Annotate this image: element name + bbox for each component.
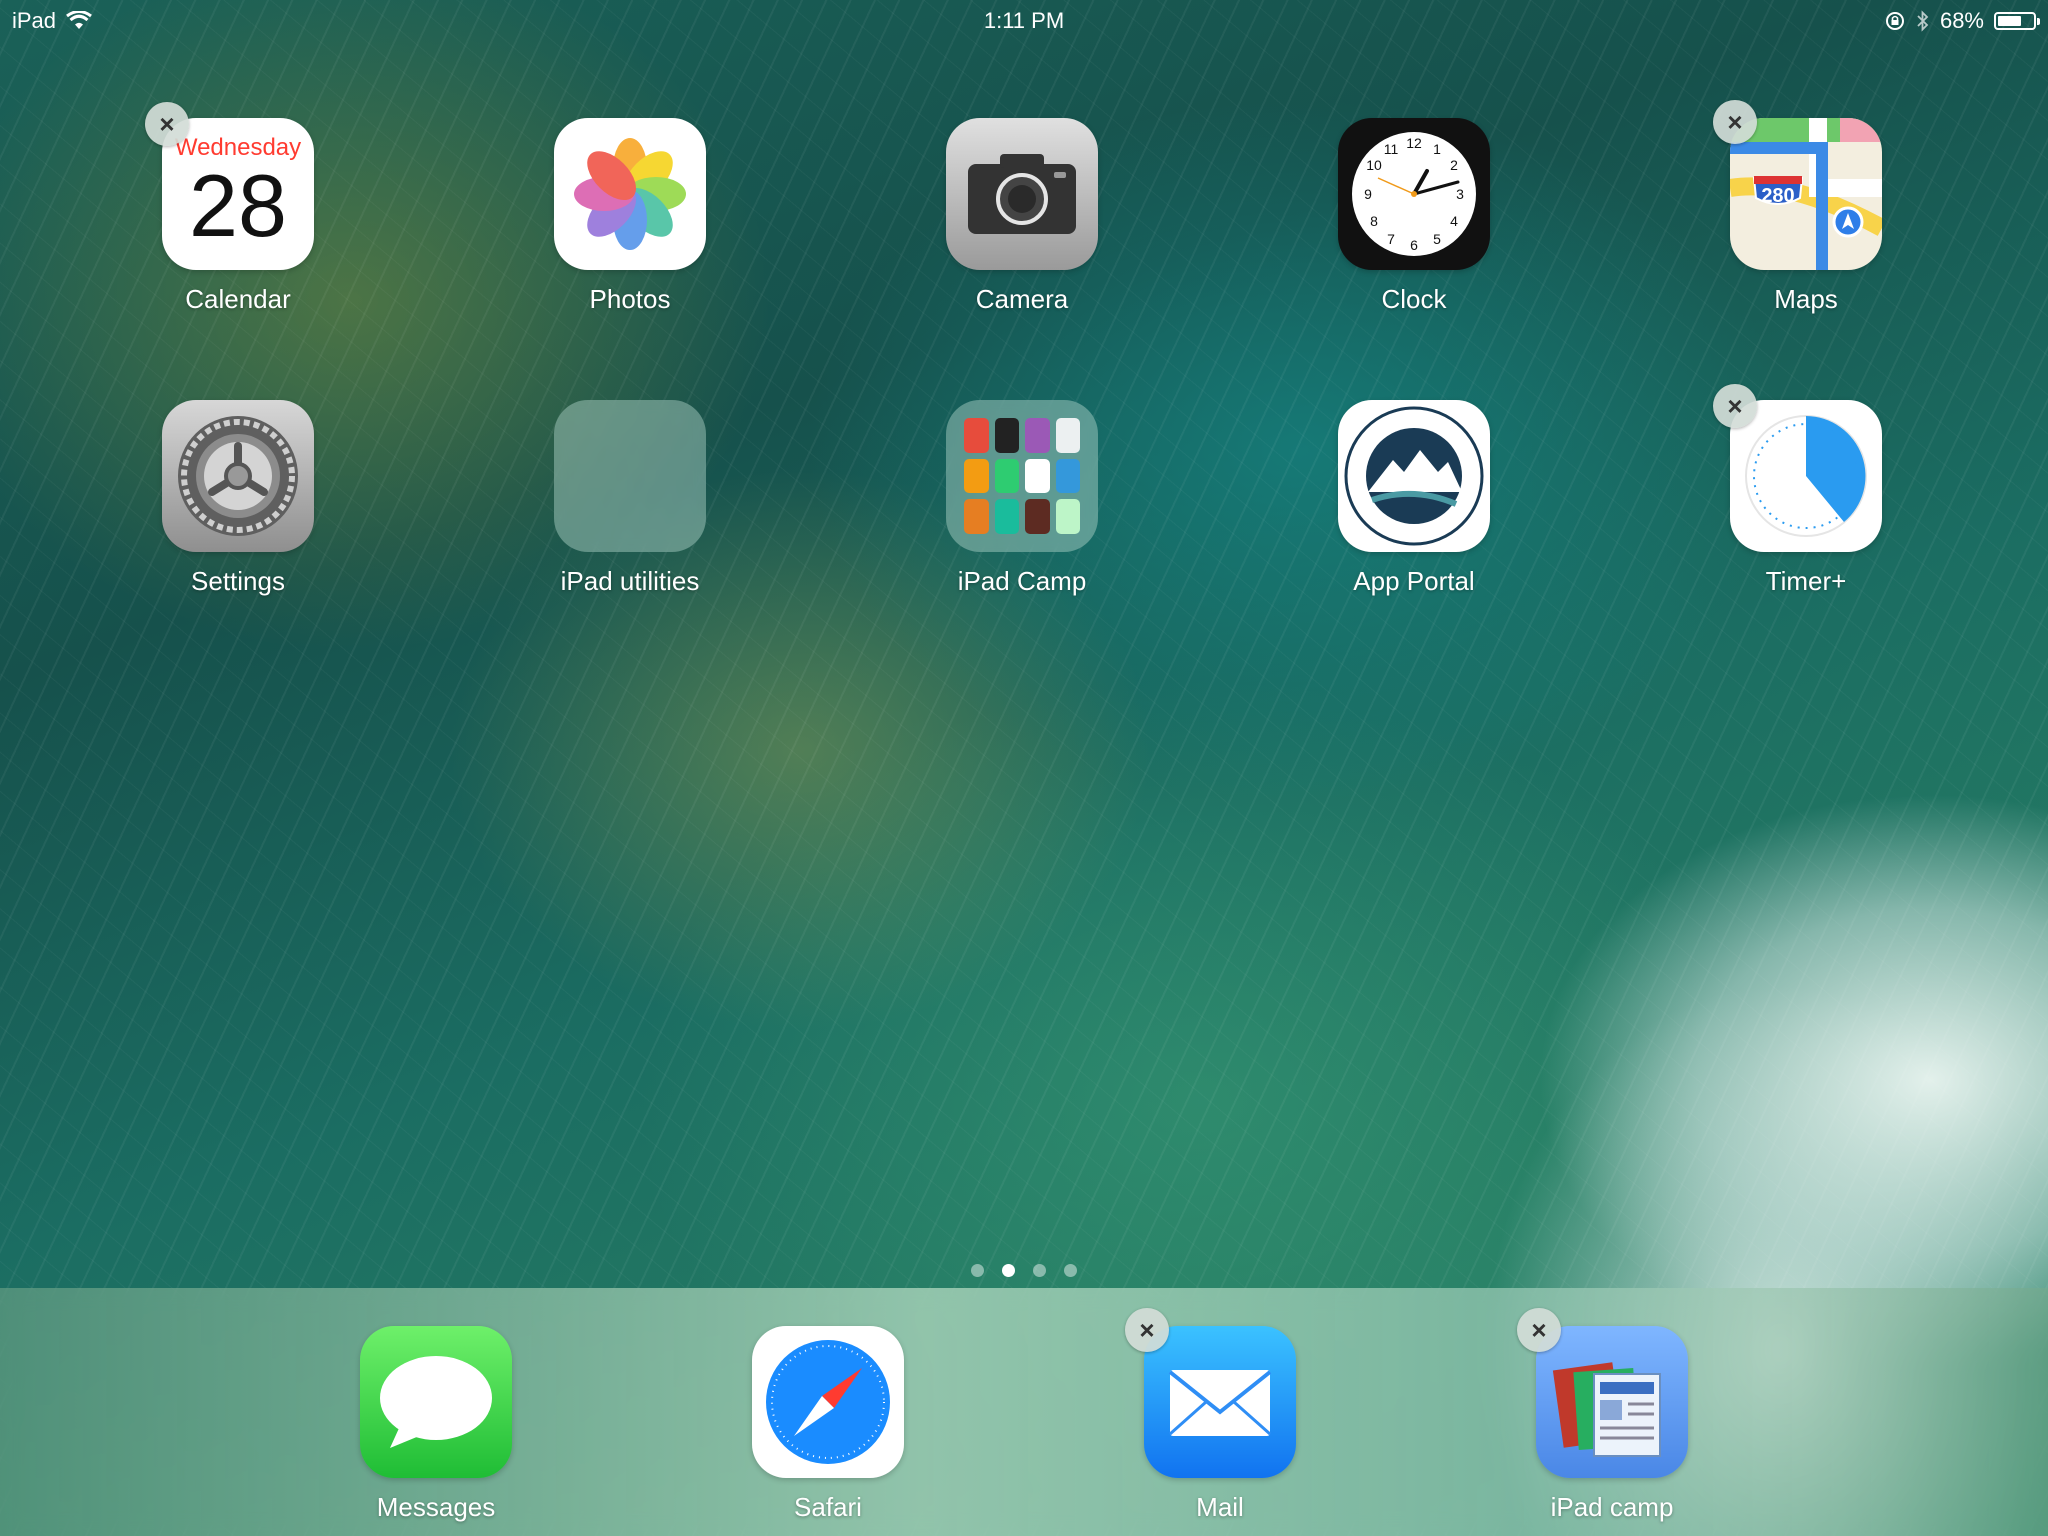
- folder-ipad-utilities[interactable]: iPad utilities: [530, 400, 730, 597]
- calendar-icon: Wednesday 28: [162, 118, 314, 270]
- app-label: App Portal: [1353, 566, 1475, 596]
- app-photos[interactable]: Photos: [530, 118, 730, 315]
- dock-app-safari[interactable]: Safari: [728, 1326, 928, 1523]
- app-label: Settings: [191, 566, 285, 596]
- status-time: 1:11 PM: [983, 8, 1065, 33]
- status-bar: iPad 1:11 PM 68%: [0, 0, 2048, 40]
- svg-text:12: 12: [1406, 135, 1422, 151]
- app-app-portal[interactable]: App Portal: [1314, 400, 1514, 597]
- delete-ipad-camp-button[interactable]: ×: [1517, 1308, 1561, 1352]
- svg-text:11: 11: [1384, 141, 1399, 157]
- app-clock[interactable]: 12 1 2 345 678 9 10 11 Clock: [1314, 118, 1514, 315]
- timer-icon: [1730, 400, 1882, 552]
- delete-calendar-button[interactable]: ×: [145, 102, 189, 146]
- calendar-date: 28: [189, 156, 287, 255]
- app-label: Calendar: [185, 284, 291, 314]
- school-district-logo-icon: [1338, 400, 1490, 552]
- app-calendar[interactable]: × Wednesday 28 Calendar: [138, 102, 338, 315]
- svg-text:1: 1: [1433, 141, 1441, 157]
- folder-label: iPad utilities: [560, 566, 700, 596]
- delete-mail-button[interactable]: ×: [1125, 1308, 1169, 1352]
- app-label: Photos: [589, 284, 671, 314]
- dock-app-messages[interactable]: Messages: [336, 1326, 536, 1523]
- folder-icon: [946, 400, 1098, 552]
- messages-icon: [360, 1326, 512, 1478]
- page-indicator[interactable]: [0, 1264, 2048, 1277]
- app-label: Camera: [975, 284, 1069, 314]
- folder-preview-grid: [964, 418, 1080, 534]
- page-dot[interactable]: [1064, 1264, 1077, 1277]
- app-label: Messages: [376, 1492, 496, 1522]
- svg-text:9: 9: [1364, 186, 1372, 202]
- clock-icon: 12 1 2 345 678 9 10 11: [1338, 118, 1490, 270]
- svg-text:10: 10: [1366, 157, 1382, 173]
- gear-icon: [162, 400, 314, 552]
- documents-icon: [1536, 1326, 1688, 1478]
- app-label: iPad camp: [1550, 1492, 1674, 1522]
- battery-icon: [1994, 12, 2040, 30]
- svg-text:4: 4: [1450, 213, 1458, 229]
- page-dot[interactable]: [971, 1264, 984, 1277]
- rotation-lock-icon: [1885, 12, 1904, 30]
- battery-percent: 68%: [1939, 8, 1984, 33]
- maps-icon: 280: [1730, 118, 1882, 270]
- page-dot[interactable]: [1033, 1264, 1046, 1277]
- svg-text:7: 7: [1387, 231, 1395, 247]
- app-camera[interactable]: Camera: [922, 118, 1122, 315]
- dock-app-mail[interactable]: × Mail: [1120, 1308, 1320, 1523]
- app-label: Mail: [1196, 1492, 1244, 1522]
- folder-label: iPad Camp: [957, 566, 1087, 596]
- svg-text:3: 3: [1456, 186, 1464, 202]
- app-settings[interactable]: Settings: [138, 400, 338, 597]
- envelope-icon: [1144, 1326, 1296, 1478]
- delete-timer-button[interactable]: ×: [1713, 384, 1757, 428]
- svg-text:2: 2: [1450, 157, 1458, 173]
- photos-icon: [554, 118, 706, 270]
- app-label: Timer+: [1765, 566, 1847, 596]
- page-dot-active[interactable]: [1002, 1264, 1015, 1277]
- camera-icon: [946, 118, 1098, 270]
- app-timer-plus[interactable]: × Timer+: [1706, 384, 1906, 597]
- folder-icon: [554, 400, 706, 552]
- delete-maps-button[interactable]: ×: [1713, 100, 1757, 144]
- battery-level: [1998, 16, 2021, 26]
- app-maps[interactable]: × 280 Maps: [1706, 100, 1906, 315]
- svg-text:6: 6: [1410, 237, 1418, 253]
- dock-app-ipad-camp[interactable]: × iPad camp: [1512, 1308, 1712, 1523]
- bluetooth-icon: [1917, 10, 1929, 32]
- compass-icon: [752, 1326, 904, 1478]
- svg-text:5: 5: [1433, 231, 1441, 247]
- app-label: Maps: [1774, 284, 1838, 314]
- folder-ipad-camp[interactable]: iPad Camp: [922, 400, 1122, 597]
- svg-text:8: 8: [1370, 213, 1378, 229]
- maps-route-number: 280: [1761, 185, 1794, 207]
- app-label: Clock: [1381, 284, 1447, 314]
- dock: [0, 1288, 2048, 1536]
- app-label: Safari: [794, 1492, 862, 1522]
